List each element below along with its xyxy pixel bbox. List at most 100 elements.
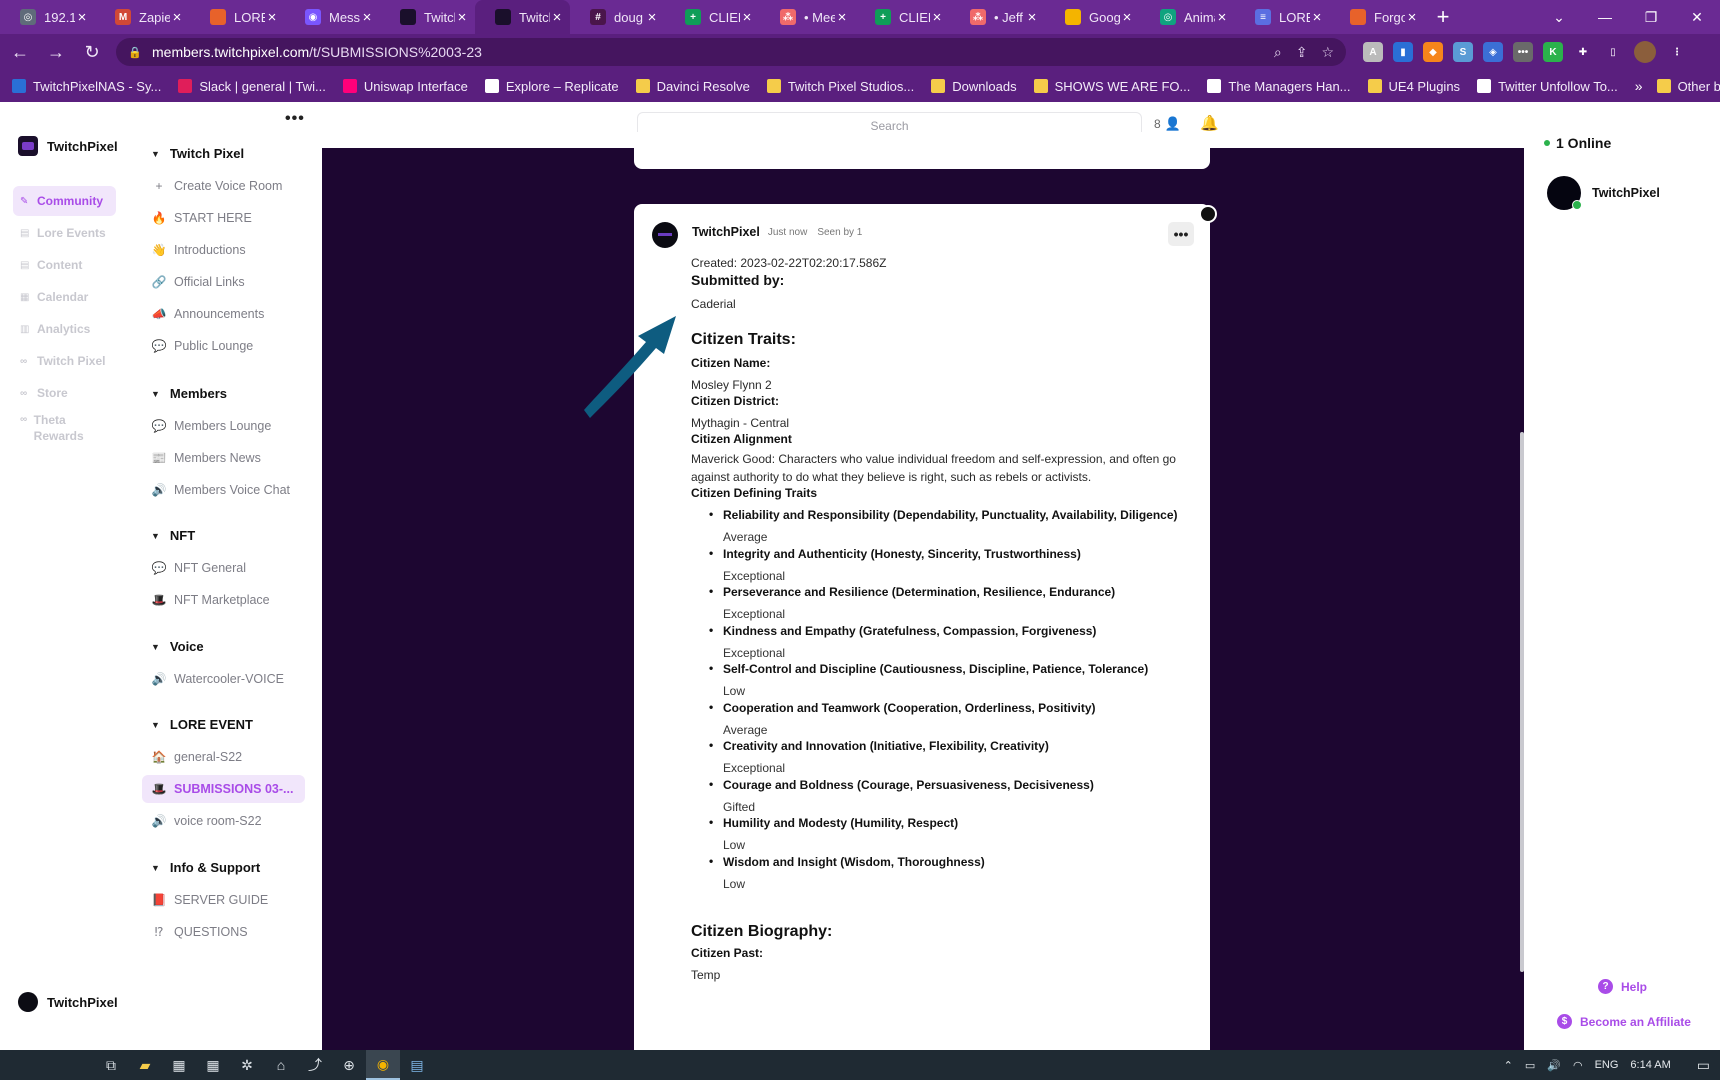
rail-item[interactable]: ∞ Theta Rewards xyxy=(13,410,93,446)
browser-tab[interactable]: LORE× xyxy=(190,0,285,34)
channel-item[interactable]: ⁉ QUESTIONS xyxy=(151,918,314,946)
rail-user[interactable]: TwitchPixel xyxy=(18,992,118,1012)
k-extension-icon[interactable]: K xyxy=(1543,42,1563,62)
browser-tab[interactable]: Googl× xyxy=(1045,0,1140,34)
browser-tab[interactable]: ⁂ • Jeff × xyxy=(950,0,1045,34)
snowflake-app-icon[interactable]: ✲ xyxy=(230,1050,264,1080)
tab-close-icon[interactable]: × xyxy=(1405,9,1419,26)
bookmark-other[interactable]: Other bookmarks xyxy=(1656,79,1720,94)
language-indicator[interactable]: ENG xyxy=(1595,1059,1619,1071)
game-controller-icon[interactable]: ⊕ xyxy=(332,1050,366,1080)
browser-tab[interactable]: ◉ Messe× xyxy=(285,0,380,34)
browser-tab[interactable]: ≡ LORE× xyxy=(1235,0,1330,34)
channel-item[interactable]: 💬 NFT General xyxy=(151,554,314,582)
brand[interactable]: TwitchPixel xyxy=(18,136,118,156)
s-extension-icon[interactable]: S xyxy=(1453,42,1473,62)
bookmark-item[interactable]: Slack | general | Twi... xyxy=(178,79,326,94)
rail-item[interactable]: ∞ Store xyxy=(13,378,116,408)
browser-tab[interactable]: # doug × xyxy=(570,0,665,34)
bookmark-item[interactable]: Downloads xyxy=(931,79,1017,94)
tab-close-icon[interactable]: × xyxy=(645,9,659,26)
browser-tab[interactable]: + CLIEN× xyxy=(855,0,950,34)
channel-item[interactable]: 🔗 Official Links xyxy=(151,268,314,296)
channel-item[interactable]: 📕 SERVER GUIDE xyxy=(151,886,314,914)
channel-item[interactable]: 🔊 Watercooler-VOICE xyxy=(151,665,314,693)
profile-avatar[interactable] xyxy=(1634,41,1656,63)
back-icon[interactable]: ← xyxy=(4,36,36,68)
clock[interactable]: 6:14 AM xyxy=(1630,1059,1670,1071)
bookmark-item[interactable]: Twitch Pixel Studios... xyxy=(766,79,914,94)
channel-item[interactable]: 🎩 SUBMISSIONS 03-... xyxy=(142,775,305,803)
browser-tab[interactable]: Twitch× xyxy=(475,0,570,34)
tab-close-icon[interactable]: × xyxy=(1025,9,1039,26)
tab-close-icon[interactable]: × xyxy=(1120,9,1134,26)
tab-close-icon[interactable]: × xyxy=(930,9,944,26)
bookmark-item[interactable]: UE4 Plugins xyxy=(1367,79,1460,94)
channel-item[interactable]: 🏠 general-S22 xyxy=(151,743,314,771)
restore-button[interactable]: ❐ xyxy=(1628,0,1674,34)
browser-tab[interactable]: ◎ 192.1(× xyxy=(0,0,95,34)
tab-close-icon[interactable]: × xyxy=(360,9,374,26)
tab-close-icon[interactable]: × xyxy=(835,9,849,26)
post-more-button[interactable]: ••• xyxy=(1168,222,1194,246)
channel-item[interactable]: 🎩 NFT Marketplace xyxy=(151,586,314,614)
tab-close-icon[interactable]: × xyxy=(1310,9,1324,26)
channel-section-header[interactable]: ▼ Info & Support xyxy=(151,860,260,875)
tab-close-icon[interactable]: × xyxy=(455,9,469,26)
channel-section-header[interactable]: ▼ NFT xyxy=(151,528,195,543)
members-count[interactable]: 8 👤 xyxy=(1154,116,1181,132)
file-explorer-icon[interactable]: ▰ xyxy=(128,1050,162,1080)
new-tab-button[interactable]: + xyxy=(1425,0,1461,34)
lock-icon[interactable]: 🔒 xyxy=(128,46,142,59)
bookmarks-overflow-button[interactable]: » xyxy=(1635,78,1643,94)
become-affiliate-button[interactable]: $ Become an Affiliate xyxy=(1557,1014,1691,1029)
browser-tab[interactable]: Twitch× xyxy=(380,0,475,34)
channel-item[interactable]: 💬 Public Lounge xyxy=(151,332,314,360)
notifications-bell-icon[interactable]: 🔔 xyxy=(1200,114,1219,132)
tab-search-icon[interactable]: ⌄ xyxy=(1536,0,1582,34)
tab-close-icon[interactable]: × xyxy=(170,9,184,26)
tab-close-icon[interactable]: × xyxy=(740,9,754,26)
bookmark-item[interactable]: TwitchPixelNAS - Sy... xyxy=(12,79,161,94)
channel-item[interactable]: 🔊 voice room-S22 xyxy=(151,807,314,835)
reload-icon[interactable]: ↻ xyxy=(76,36,108,68)
forward-icon[interactable]: → xyxy=(40,36,72,68)
channel-item[interactable]: 🔊 Members Voice Chat xyxy=(151,476,314,504)
channel-section-header[interactable]: ▼ Members xyxy=(151,386,227,401)
channel-section-header[interactable]: ▼ Twitch Pixel xyxy=(151,146,244,161)
task-view-icon[interactable]: ⧉ xyxy=(94,1050,128,1080)
browser-tab[interactable]: ◎ Anima× xyxy=(1140,0,1235,34)
browser-tab[interactable]: + CLIEN× xyxy=(665,0,760,34)
bookmark-item[interactable]: The Managers Han... xyxy=(1207,79,1351,94)
shield-extension-icon[interactable]: ◈ xyxy=(1483,42,1503,62)
channel-item[interactable]: 🔥 START HERE xyxy=(151,204,314,232)
bookmark-item[interactable]: Uniswap Interface xyxy=(342,79,468,94)
tab-close-icon[interactable]: × xyxy=(1215,9,1229,26)
bookmark-item[interactable]: Twitter Unfollow To... xyxy=(1477,79,1618,94)
zoom-icon[interactable]: ⌕ xyxy=(1274,44,1282,61)
calculator-icon[interactable]: ▦ xyxy=(162,1050,196,1080)
bookmark-star-icon[interactable]: ☆ xyxy=(1321,44,1334,61)
battery-icon[interactable]: ▭ xyxy=(1525,1059,1535,1072)
side-panel-icon[interactable]: ▯ xyxy=(1603,42,1623,62)
tab-close-icon[interactable]: × xyxy=(265,9,279,26)
puzzle-extensions-icon[interactable]: ✚ xyxy=(1573,42,1593,62)
channel-item[interactable]: 💬 Members Lounge xyxy=(151,412,314,440)
bookmark-item[interactable]: Davinci Resolve xyxy=(635,79,750,94)
tab-close-icon[interactable]: × xyxy=(550,9,564,26)
online-user[interactable]: TwitchPixel xyxy=(1547,176,1660,210)
channel-item[interactable]: 👋 Introductions xyxy=(151,236,314,264)
channel-section-header[interactable]: ▼ LORE EVENT xyxy=(151,717,253,732)
tab-close-icon[interactable]: × xyxy=(75,9,89,26)
bookmark-item[interactable]: Explore – Replicate xyxy=(484,79,619,94)
minimize-button[interactable]: — xyxy=(1582,0,1628,34)
channel-item[interactable]: + Create Voice Room xyxy=(151,172,314,200)
volume-icon[interactable]: 🔊 xyxy=(1547,1059,1561,1072)
network-app-icon[interactable]: ⌂ xyxy=(264,1050,298,1080)
stocks-app-icon[interactable]: ⤴ xyxy=(298,1050,332,1080)
address-bar[interactable]: 🔒 members.twitchpixel.com/t/SUBMISSIONS%… xyxy=(116,38,1346,66)
wifi-icon[interactable]: ◠ xyxy=(1573,1059,1583,1072)
dots-extension-icon[interactable]: ••• xyxy=(1513,42,1533,62)
apps-grid-icon[interactable]: ▦ xyxy=(196,1050,230,1080)
bookmark-item[interactable]: SHOWS WE ARE FO... xyxy=(1033,79,1190,94)
